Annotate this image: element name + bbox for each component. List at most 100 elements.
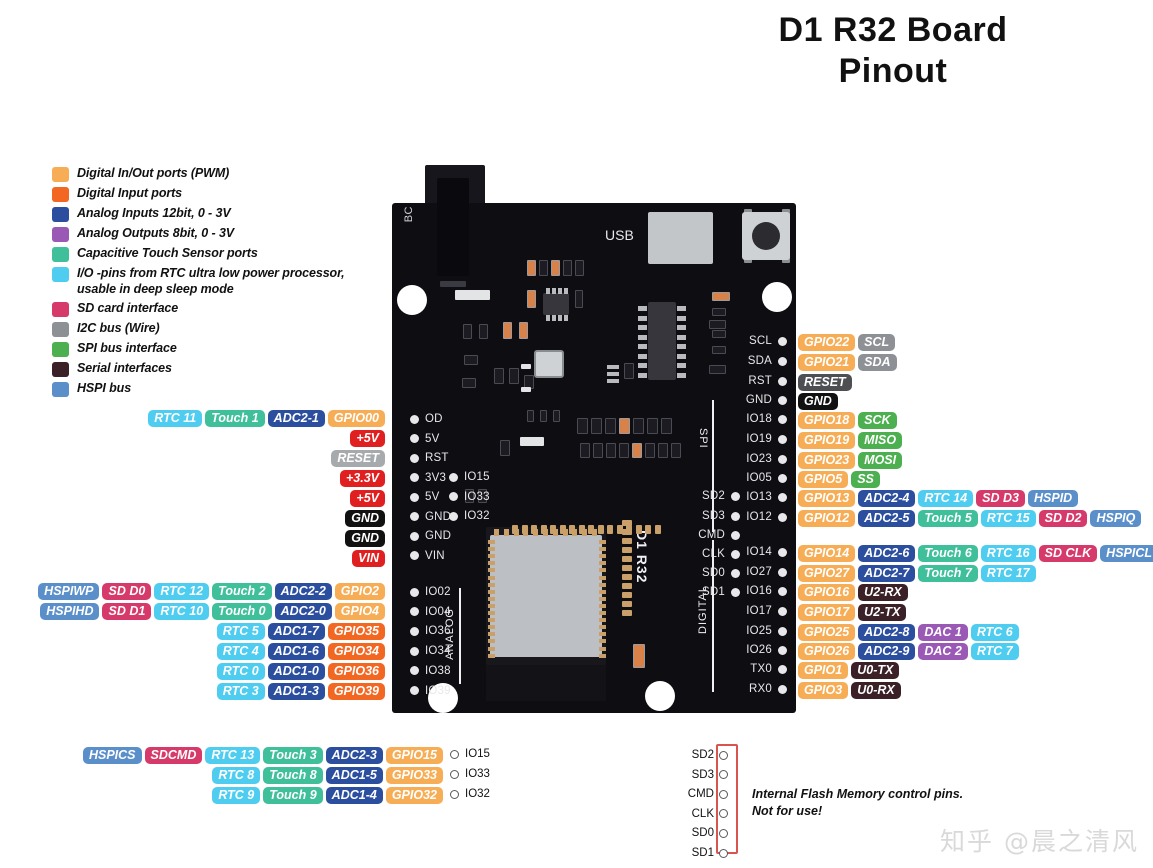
pin-tag: ADC1-0 xyxy=(267,663,325,681)
board-pin-label: GND xyxy=(745,394,772,406)
pin-tag: RTC 17 xyxy=(980,565,1036,583)
pin-tag: GPIO5 xyxy=(798,471,849,489)
pin-pad-icon xyxy=(410,686,419,695)
board-pin: IO12 xyxy=(725,510,787,524)
smd-component xyxy=(677,372,686,378)
smd-component xyxy=(638,315,647,321)
pin-pad-icon xyxy=(778,684,787,694)
header-pad xyxy=(622,520,632,526)
board-pin-label: GND xyxy=(425,510,452,523)
smd-component xyxy=(521,387,531,392)
smd-component xyxy=(509,368,519,384)
pin-tag: ADC2-5 xyxy=(858,510,916,528)
pin-pad-icon xyxy=(449,472,458,482)
pin-pad-icon xyxy=(778,492,787,502)
pin-tag: +3.3V xyxy=(339,470,385,488)
flash-pin-label: SD2 xyxy=(691,749,714,761)
pin-tag: HSPIHD xyxy=(40,603,100,621)
pin-tag: RTC 11 xyxy=(148,410,203,428)
pin-tag: Touch 8 xyxy=(263,767,323,785)
pin-tag: ADC2-0 xyxy=(274,603,332,621)
board-pin-label: IO27 xyxy=(746,566,772,578)
pin-tag: +5V xyxy=(350,430,385,448)
pin-tag: Touch 3 xyxy=(263,747,323,765)
pin-tag: RTC 0 xyxy=(216,663,265,681)
smd-component xyxy=(455,290,490,300)
smd-component xyxy=(709,365,726,374)
pin-tag: ADC2-2 xyxy=(274,583,332,601)
pin-tag: GPIO22 xyxy=(798,334,856,352)
pin-pad-icon xyxy=(778,454,787,464)
board-pin-label: SD3 xyxy=(702,510,725,522)
smd-component xyxy=(605,418,616,434)
smd-component xyxy=(494,368,504,384)
smd-component xyxy=(546,315,550,321)
pin-tag-row: GPIO17 U2-TX xyxy=(798,604,909,622)
legend-color-swatch xyxy=(52,227,69,242)
smd-component xyxy=(539,260,548,276)
pin-row: IO33 xyxy=(450,767,490,781)
legend-label: Analog Inputs 12bit, 0 - 3V xyxy=(77,206,231,220)
pin-tag: SCL xyxy=(858,334,896,352)
pin-tag: ADC2-4 xyxy=(858,490,916,508)
pin-pad-icon xyxy=(778,606,787,616)
board-pin: OD xyxy=(410,412,443,426)
pin-pad-icon xyxy=(778,567,787,577)
board-pin-label: SD1 xyxy=(702,586,725,598)
smd-component xyxy=(564,288,568,294)
smd-component xyxy=(638,372,647,378)
pin-pad-icon xyxy=(778,586,787,596)
pin-tag: GPIO21 xyxy=(798,354,856,372)
pin-tag: GPIO33 xyxy=(385,767,443,785)
pin-tag: SD D3 xyxy=(976,490,1025,508)
smd-component xyxy=(580,443,590,458)
reset-button-cap[interactable] xyxy=(752,222,780,250)
module-pad xyxy=(488,596,495,601)
pin-hole-icon xyxy=(719,789,728,799)
pin-tag: RTC 9 xyxy=(212,787,261,805)
silkscreen-module-name: D1 R32 xyxy=(634,530,650,584)
legend-item: Digital In/Out ports (PWM) xyxy=(52,165,372,182)
board-pin-label: IO14 xyxy=(746,546,772,558)
analog-group-line xyxy=(459,588,461,684)
legend-item: Analog Inputs 12bit, 0 - 3V xyxy=(52,205,372,222)
smd-component xyxy=(638,353,647,359)
pin-tag: GPIO15 xyxy=(385,747,443,765)
pin-tag: GPIO26 xyxy=(798,643,856,661)
header-pad xyxy=(622,538,632,544)
module-pad xyxy=(599,632,606,637)
pin-hole-icon xyxy=(719,828,728,838)
pin-pad-icon xyxy=(778,512,787,522)
pin-tag: GPIO36 xyxy=(327,663,385,681)
board-pin-label: IO05 xyxy=(746,472,772,484)
flash-pin-row: SD0 xyxy=(680,826,728,840)
pin-pad-icon xyxy=(778,547,787,557)
board-pin: IO27 xyxy=(725,565,787,579)
board-pin-label: 5V xyxy=(425,432,440,445)
pin-pad-icon xyxy=(410,512,419,521)
board-pin: GND xyxy=(410,529,451,543)
pin-tag: SD CLK xyxy=(1038,545,1098,563)
smd-component xyxy=(577,418,588,434)
pin-tag-row: +3.3V xyxy=(339,470,388,488)
pin-hole-icon xyxy=(719,770,728,780)
board-pin: IO39 xyxy=(410,684,451,698)
header-pad xyxy=(622,601,632,607)
smd-component xyxy=(479,324,488,339)
board-pin-label: OD xyxy=(425,413,443,425)
legend-item: SD card interface xyxy=(52,300,372,317)
pin-tag: SDCMD xyxy=(144,747,203,765)
smd-component xyxy=(712,346,726,354)
pin-tag: GPIO27 xyxy=(798,565,856,583)
pin-row: IO32 xyxy=(450,787,490,801)
smd-component xyxy=(633,418,644,434)
legend: Digital In/Out ports (PWM) Digital Input … xyxy=(52,165,372,400)
board-pin-label: CLK xyxy=(702,548,725,560)
module-pad xyxy=(488,618,495,623)
pin-pad-icon xyxy=(778,414,787,424)
pin-tag: GPIO16 xyxy=(798,584,856,602)
pin-tag-row: HSPICS SDCMD RTC 13 Touch 3 ADC2-3 GPIO15 xyxy=(82,747,446,765)
pin-tag-row: GPIO3 U0-RX xyxy=(798,682,904,700)
smd-component xyxy=(607,365,619,369)
smd-component xyxy=(558,315,562,321)
